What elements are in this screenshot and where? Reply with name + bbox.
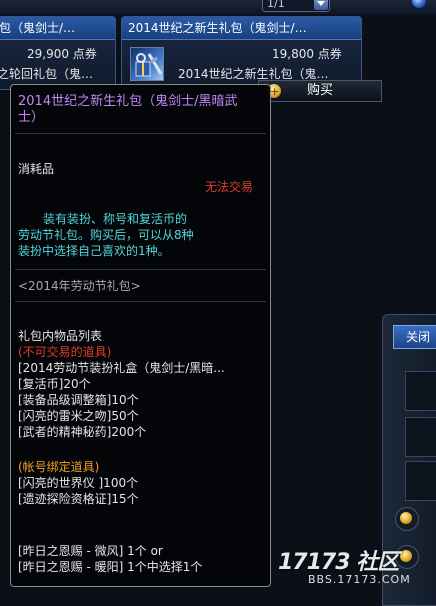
divider bbox=[15, 269, 266, 270]
page-selector-value: 1/1 bbox=[267, 0, 285, 10]
shop-item-price: 29,900 点券 bbox=[27, 47, 97, 61]
account-bound-header: (帐号绑定道具) bbox=[18, 460, 100, 474]
shop-item-subtitle: 之轮回礼包（鬼… bbox=[0, 67, 94, 81]
list-item: [闪亮的雷米之吻]50个 bbox=[18, 409, 139, 423]
site-watermark: 17173 社区 BBS.17173.COM bbox=[278, 540, 436, 593]
description-line: 装有装扮、称号和复活币的 bbox=[43, 212, 188, 226]
watermark-url: BBS.17173.COM bbox=[308, 573, 411, 586]
trade-status: 无法交易 bbox=[205, 180, 254, 194]
list-item: [昨日之恩赐 - 暖阳] 1个中选择1个 bbox=[18, 560, 203, 574]
description-line: 装扮中选择自己喜欢的1种。 bbox=[18, 244, 170, 258]
description-line: 劳动节礼包。购买后，可以从8种 bbox=[18, 228, 194, 242]
item-slot[interactable] bbox=[405, 417, 436, 457]
chevron-down-icon[interactable] bbox=[314, 0, 328, 10]
item-slot[interactable] bbox=[405, 371, 436, 411]
item-type: 消耗品 bbox=[18, 162, 55, 176]
watermark-logo: 17173 社区 bbox=[278, 550, 399, 575]
close-panel-button[interactable]: 关闭 bbox=[393, 325, 436, 349]
list-item: [昨日之恩赐 - 微风] 1个 or bbox=[18, 544, 163, 558]
buy-button[interactable]: 购买 bbox=[258, 80, 382, 102]
item-tooltip: 2014世纪之新生礼包（鬼剑士/黑暗武士） 消耗品 无法交易 装有装扮、称号和复… bbox=[10, 84, 271, 587]
divider bbox=[15, 301, 266, 302]
page-selector[interactable]: 1/1 bbox=[262, 0, 330, 12]
tooltip-title: 2014世纪之新生礼包（鬼剑士/黑暗武士） bbox=[18, 94, 238, 125]
shop-item-card-2[interactable]: 2014世纪之新生礼包（鬼剑士/… 19,800 点券 2014世纪之新生礼包（… bbox=[121, 16, 362, 90]
list-item: [遗迹探险资格证]15个 bbox=[18, 492, 139, 506]
coin-icon[interactable] bbox=[395, 507, 419, 531]
list-item: [复活币]20个 bbox=[18, 377, 91, 391]
buy-button-label: 购买 bbox=[307, 83, 334, 98]
item-slot[interactable] bbox=[405, 461, 436, 501]
list-item: [装备品级调整箱]10个 bbox=[18, 393, 139, 407]
shop-item-card-1[interactable]: 包（鬼剑士/… 29,900 点券 之轮回礼包（鬼… bbox=[0, 16, 116, 90]
series-label: <2014年劳动节礼包> bbox=[18, 279, 141, 293]
shop-item-price: 19,800 点券 bbox=[272, 47, 342, 61]
shop-item-title: 2014世纪之新生礼包（鬼剑士/… bbox=[122, 17, 361, 40]
gift-box-sword-icon bbox=[130, 47, 164, 81]
contents-header: 礼包内物品列表 bbox=[18, 329, 103, 343]
untradable-header: (不可交易的道具) bbox=[18, 345, 112, 359]
list-item: [武者的精神秘药]200个 bbox=[18, 425, 147, 439]
list-item: [2014劳动节装扮礼盒（鬼剑士/黑暗... bbox=[18, 361, 225, 375]
divider bbox=[15, 133, 266, 134]
shop-item-title: 包（鬼剑士/… bbox=[0, 17, 115, 40]
list-item: [闪亮的世界仪 ]100个 bbox=[18, 476, 139, 490]
top-background bbox=[0, 0, 436, 14]
